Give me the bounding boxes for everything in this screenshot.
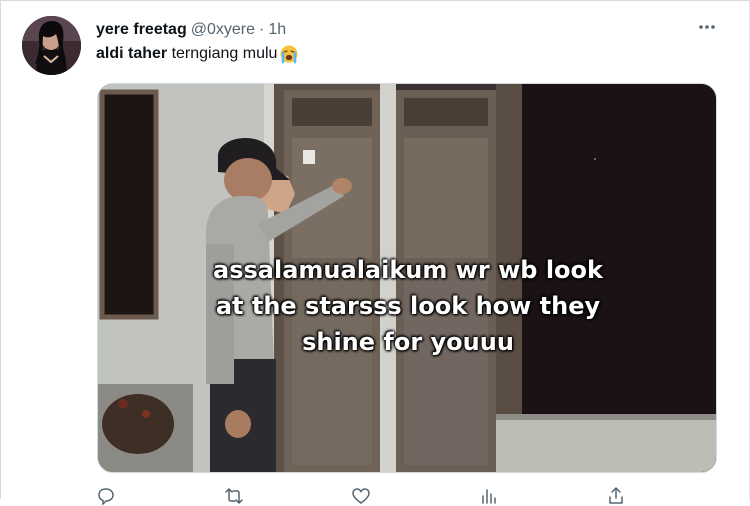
tweet-text-bold: aldi taher <box>96 45 168 62</box>
views-icon <box>481 489 496 504</box>
more-horizontal-icon <box>699 25 715 29</box>
more-options-button[interactable] <box>694 16 720 38</box>
tweet-header: yere freetag @0xyere · 1h <box>96 19 286 41</box>
retweet-button[interactable] <box>224 486 244 506</box>
author-display-name[interactable]: yere freetag <box>96 21 187 39</box>
tweet-actions-bar <box>96 486 626 506</box>
share-button[interactable] <box>606 486 626 506</box>
tweet-timestamp[interactable]: 1h <box>268 21 286 39</box>
meme-caption-line: shine for youuu <box>302 328 514 356</box>
meme-caption: assalamualaikum wr wb look at the starss… <box>98 252 716 360</box>
views-button[interactable] <box>479 486 499 506</box>
tweet-text-rest: terngiang mulu <box>167 45 278 62</box>
meme-caption-line: at the starsss look how they <box>215 292 601 320</box>
separator-dot: · <box>258 21 265 38</box>
share-icon <box>609 487 623 504</box>
frame-border-left <box>0 0 1 499</box>
tweet-media-image[interactable]: assalamualaikum wr wb look at the starss… <box>97 83 717 473</box>
like-icon <box>352 488 370 504</box>
retweet-icon <box>224 488 243 504</box>
loudly-crying-face-icon <box>279 44 299 64</box>
tweet-text: aldi taher terngiang mulu <box>96 44 299 64</box>
reply-button[interactable] <box>96 486 116 506</box>
like-button[interactable] <box>351 486 371 506</box>
author-handle[interactable]: @0xyere <box>191 21 255 39</box>
reply-icon <box>98 488 114 506</box>
frame-border-top <box>0 0 750 1</box>
meme-caption-line: assalamualaikum wr wb look <box>213 256 603 284</box>
avatar[interactable] <box>22 16 81 75</box>
